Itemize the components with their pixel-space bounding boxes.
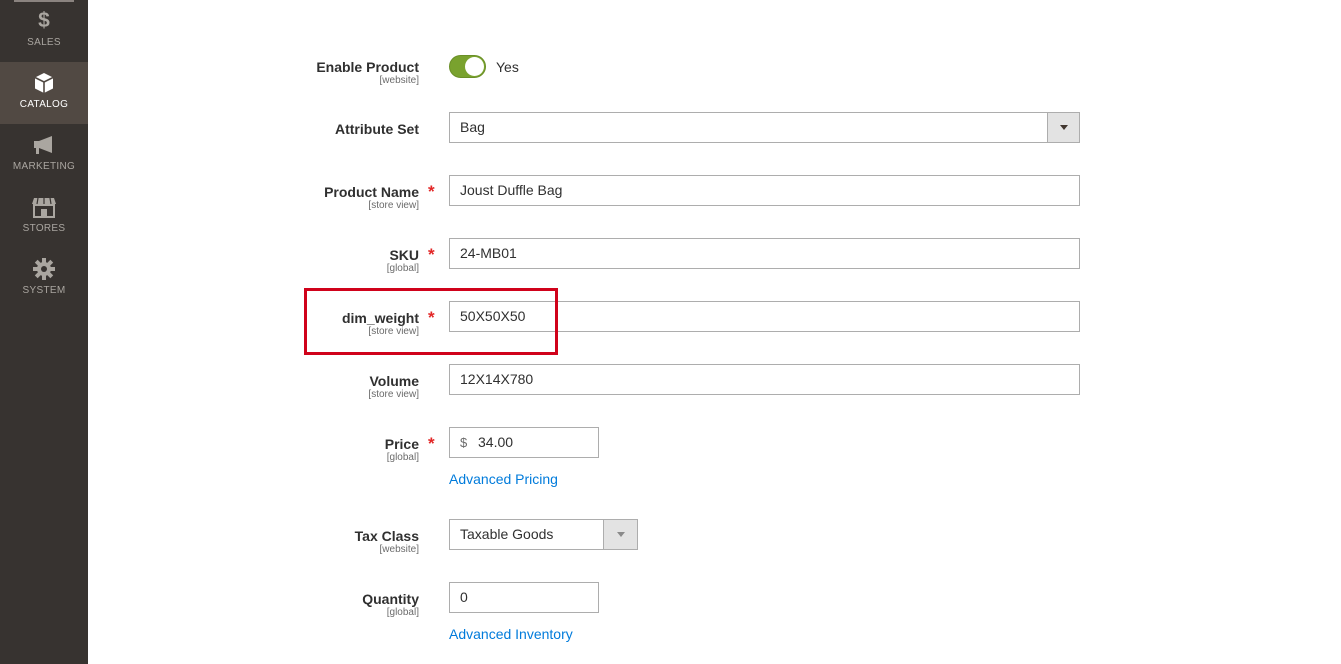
sidebar-item-label: STORES <box>22 223 66 234</box>
required-marker: * <box>428 182 435 201</box>
attribute-set-label: Attribute Set <box>335 121 419 137</box>
sidebar-item-label: MARKETING <box>12 161 76 172</box>
enable-product-value: Yes <box>496 59 519 75</box>
advanced-pricing-link[interactable]: Advanced Pricing <box>449 471 558 487</box>
field-label-text: Tax Class <box>354 528 419 544</box>
price-input[interactable]: $ 34.00 <box>449 427 599 458</box>
required-marker: * <box>428 245 435 264</box>
store-icon <box>0 196 88 218</box>
tax-class-select[interactable]: Taxable Goods <box>449 519 638 550</box>
enable-product-label: Enable Product [website] <box>316 59 419 87</box>
attribute-set-select[interactable]: Bag <box>449 112 1080 143</box>
field-label-text: SKU <box>389 247 419 263</box>
sidebar-item-sales[interactable]: $ SALES <box>0 0 88 62</box>
sidebar-item-catalog[interactable]: CATALOG <box>0 62 88 124</box>
product-name-label: Product Name [store view] <box>324 184 419 212</box>
enable-product-toggle[interactable] <box>449 55 486 78</box>
sidebar-item-label: SYSTEM <box>22 285 66 296</box>
dollar-icon: $ <box>38 9 50 32</box>
sidebar-item-marketing[interactable]: MARKETING <box>0 124 88 186</box>
field-scope: [global] <box>386 452 419 463</box>
field-scope: [store view] <box>368 200 419 211</box>
price-label: Price [global] <box>385 436 419 464</box>
toggle-knob <box>465 57 484 76</box>
quantity-input[interactable]: 0 <box>449 582 599 613</box>
highlight-annotation-box <box>304 288 558 355</box>
sidebar-item-label: SALES <box>27 37 61 48</box>
attribute-set-value: Bag <box>460 119 485 135</box>
tax-class-label: Tax Class [website] <box>355 528 419 556</box>
product-form: Enable Product [website] Yes Attribute S… <box>0 0 1341 664</box>
field-scope: [store view] <box>368 389 419 400</box>
advanced-inventory-link[interactable]: Advanced Inventory <box>449 626 573 642</box>
field-scope: [website] <box>379 75 419 86</box>
currency-symbol: $ <box>460 435 468 450</box>
field-scope: [website] <box>379 544 419 555</box>
chevron-down-icon[interactable] <box>1047 113 1079 142</box>
megaphone-icon <box>0 134 88 156</box>
required-marker: * <box>428 434 435 453</box>
volume-label: Volume [store view] <box>368 373 419 401</box>
sidebar-item-stores[interactable]: STORES <box>0 186 88 248</box>
tax-class-value: Taxable Goods <box>460 526 554 542</box>
chevron-down-icon[interactable] <box>603 520 637 549</box>
box-icon <box>0 72 88 94</box>
field-label-text: Volume <box>369 373 419 389</box>
field-label-text: Product Name <box>324 184 419 200</box>
sidebar-item-label: CATALOG <box>19 99 69 110</box>
field-label-text: Enable Product <box>316 59 419 75</box>
admin-sidebar: $ SALES CATALOG MARKETING STORES SYSTEM <box>0 0 88 664</box>
price-value: 34.00 <box>478 434 514 450</box>
sidebar-item-system[interactable]: SYSTEM <box>0 248 88 310</box>
volume-input[interactable]: 12X14X780 <box>449 364 1080 395</box>
field-scope: [global] <box>386 263 419 274</box>
field-scope: [global] <box>386 607 419 618</box>
sku-label: SKU [global] <box>387 247 419 275</box>
gear-icon <box>0 258 88 280</box>
field-label-text: Attribute Set <box>335 121 419 137</box>
product-name-input[interactable]: Joust Duffle Bag <box>449 175 1080 206</box>
field-label-text: Quantity <box>362 591 419 607</box>
quantity-label: Quantity [global] <box>362 591 419 619</box>
sku-input[interactable]: 24-MB01 <box>449 238 1080 269</box>
field-label-text: Price <box>384 436 419 452</box>
